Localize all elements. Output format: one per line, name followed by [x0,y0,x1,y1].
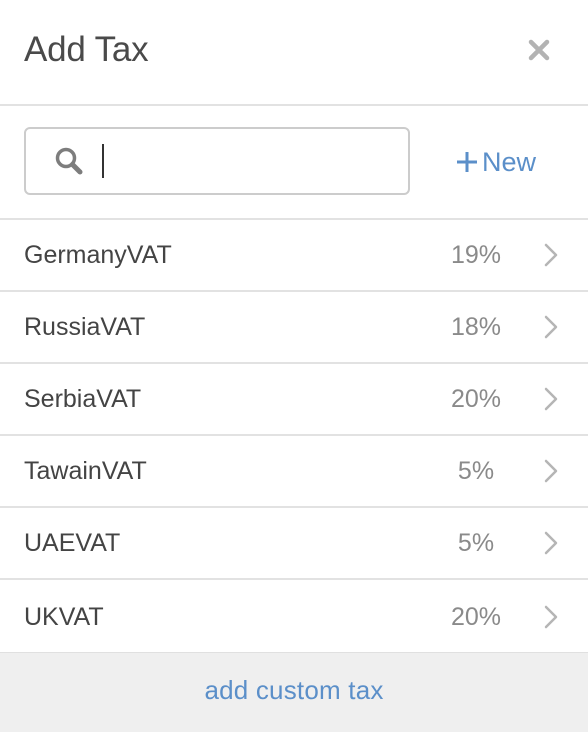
tax-rate: 18% [450,312,502,341]
new-tax-button[interactable]: New [456,147,536,178]
tax-rate: 5% [457,528,495,557]
tax-name: RussiaVAT [24,312,146,341]
panel-header: Add Tax [0,0,588,106]
tax-name: UKVAT [24,602,104,631]
tax-list: GermanyVAT 19% RussiaVAT 18% SerbiaVAT 2… [0,220,588,654]
panel-footer: add custom tax [0,652,588,732]
new-button-label: New [481,146,536,177]
tax-name: UAEVAT [24,528,121,557]
close-button[interactable] [524,35,554,65]
tax-rate: 20% [450,384,502,413]
search-box[interactable] [24,127,410,195]
chevron-right-icon [540,386,562,412]
chevron-right-icon [540,530,562,556]
search-row: New [0,106,588,220]
tax-name: SerbiaVAT [24,384,142,413]
tax-name: GermanyVAT [24,240,172,269]
tax-name: TawainVAT [24,456,147,485]
panel-title: Add Tax [24,30,149,69]
text-caret [102,144,104,178]
search-input[interactable] [102,141,372,181]
add-custom-tax-link[interactable]: add custom tax [204,675,383,706]
tax-rate: 19% [450,240,502,269]
chevron-right-icon [540,458,562,484]
tax-row[interactable]: UKVAT 20% [0,580,588,654]
tax-row[interactable]: SerbiaVAT 20% [0,364,588,436]
plus-icon [456,151,478,173]
chevron-right-icon [540,242,562,268]
search-icon [54,146,84,176]
tax-rate: 5% [457,456,495,485]
chevron-right-icon [540,314,562,340]
add-tax-panel: Add Tax New GermanyVAT 19% RussiaVAT 18%… [0,0,588,732]
chevron-right-icon [540,604,562,630]
tax-rate: 20% [450,602,502,631]
close-icon [528,39,550,61]
tax-row[interactable]: RussiaVAT 18% [0,292,588,364]
tax-row[interactable]: GermanyVAT 19% [0,220,588,292]
tax-row[interactable]: TawainVAT 5% [0,436,588,508]
tax-row[interactable]: UAEVAT 5% [0,508,588,580]
